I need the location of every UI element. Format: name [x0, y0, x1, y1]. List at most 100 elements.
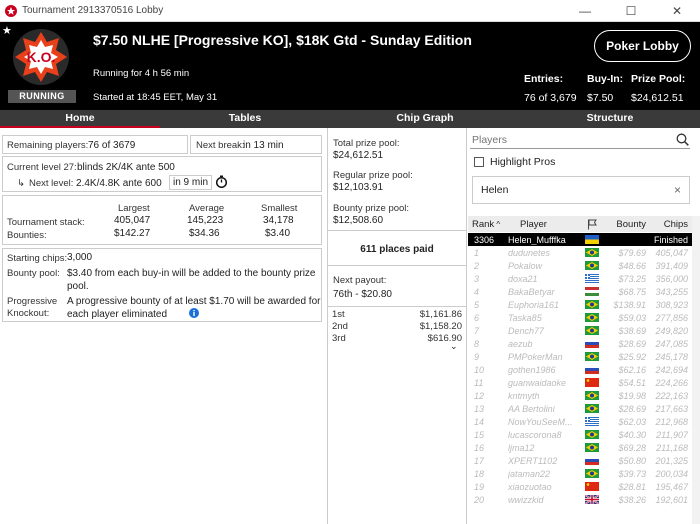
player-rank: 3306: [474, 234, 495, 245]
stack-largest: 405,047: [114, 215, 151, 226]
player-bounty: $62.16: [618, 364, 646, 375]
tab-home[interactable]: Home: [0, 110, 160, 128]
table-row[interactable]: 15 lucascorona8 $40.30 211,907: [468, 428, 692, 441]
player-chips: 247,085: [655, 338, 688, 349]
player-name: aezub: [508, 338, 533, 349]
bounty-rules-box: Starting chips: 3,000 Bounty pool: $3.40…: [2, 248, 322, 322]
chevron-down-icon[interactable]: ⌄: [450, 341, 458, 352]
table-row[interactable]: 13 AA Bertolini $28.69 217,663: [468, 402, 692, 415]
table-row[interactable]: 3306 Helen_Mufffka Finished: [468, 233, 692, 246]
next-level-value: 2.4K/4.8K ante 600: [76, 178, 162, 189]
running-duration: Running for 4 h 56 min: [93, 68, 190, 79]
next-level-time: in 9 min: [169, 175, 213, 190]
maximize-button[interactable]: ☐: [608, 0, 654, 22]
prizepool-label: Prize Pool:: [631, 73, 686, 85]
player-bounty: $138.91: [613, 299, 646, 310]
player-filter-field[interactable]: Helen ×: [472, 176, 690, 204]
player-bounty: $59.03: [618, 312, 646, 323]
players-search-input[interactable]: [470, 131, 690, 149]
bounty-pool-label: Bounty pool:: [7, 268, 60, 279]
table-row[interactable]: 8 aezub $28.69 247,085: [468, 337, 692, 350]
player-bounty: $38.26: [618, 494, 646, 505]
payout-row: 2nd $1,158.20: [328, 321, 466, 333]
payout-row: 1st $1,161.86: [328, 309, 466, 321]
player-rank: 19: [474, 481, 485, 492]
table-row[interactable]: 17 XPERT1102 $50.80 201,325: [468, 454, 692, 467]
bounty-largest: $142.27: [114, 228, 151, 239]
player-chips: 212,968: [655, 416, 688, 427]
column-bounty[interactable]: Bounty: [608, 219, 646, 230]
table-row[interactable]: 18 jataman22 $39.73 200,034: [468, 467, 692, 480]
search-icon[interactable]: [676, 133, 689, 146]
column-player[interactable]: Player: [508, 219, 576, 230]
table-row[interactable]: 14 NowYouSeeM... $62.03 212,968: [468, 415, 692, 428]
player-rank: 3: [474, 273, 480, 284]
table-row[interactable]: 12 kntmyth $19.98 222,163: [468, 389, 692, 402]
next-break-value: in 13 min: [243, 140, 284, 151]
table-row[interactable]: 2 Pokalow $48.66 391,409: [468, 259, 692, 272]
levels-box: Current level 27: blinds 2K/4K ante 500 …: [2, 156, 322, 192]
star-icon[interactable]: ★: [2, 24, 12, 37]
table-row[interactable]: 6 Taska85 $59.03 277,856: [468, 311, 692, 324]
stack-average: 145,223: [187, 215, 224, 226]
table-row[interactable]: 11 guanwaidaoke $54.51 224,266: [468, 376, 692, 389]
table-row[interactable]: 3 doxa21 $73.25 356,000: [468, 272, 692, 285]
table-row[interactable]: 4 BakaBetyar $68.75 343,255: [468, 285, 692, 298]
table-row[interactable]: 7 Dench77 $38.69 249,820: [468, 324, 692, 337]
player-rank: 16: [474, 442, 485, 453]
player-rank: 14: [474, 416, 485, 427]
table-row[interactable]: 20 wwizzkid $38.26 192,601: [468, 493, 692, 506]
clear-filter-icon[interactable]: ×: [674, 183, 681, 197]
player-chips: 249,820: [655, 325, 688, 336]
next-level-label: Next level:: [29, 178, 74, 189]
window-title: Tournament 2913370516 Lobby: [22, 5, 164, 16]
player-rank: 17: [474, 455, 485, 466]
players-scrollbar[interactable]: [692, 216, 700, 524]
payout-amount: $1,161.86: [419, 309, 462, 320]
payout-amount: $1,158.20: [419, 321, 462, 332]
remaining-label: Remaining players:: [7, 140, 89, 151]
highlight-pros-label: Highlight Pros: [490, 156, 556, 168]
stat-header-smallest: Smallest: [261, 203, 298, 214]
player-chips: 277,856: [655, 312, 688, 323]
player-name: xiaozuotao: [508, 481, 552, 492]
table-row[interactable]: 16 ljma12 $69.28 211,168: [468, 441, 692, 454]
minimize-button[interactable]: —: [562, 0, 608, 22]
player-chips: 391,409: [655, 260, 688, 271]
tab-structure[interactable]: Structure: [520, 110, 700, 128]
player-name: Taska85: [508, 312, 542, 323]
tab-chip-graph[interactable]: Chip Graph: [330, 110, 520, 128]
table-row[interactable]: 1 dudunetes $79.69 405,047: [468, 246, 692, 259]
bounty-smallest: $3.40: [265, 228, 291, 239]
tab-tables[interactable]: Tables: [160, 110, 330, 128]
current-level-value: blinds 2K/4K ante 500: [77, 162, 175, 173]
close-button[interactable]: ✕: [654, 0, 700, 22]
player-bounty: $50.80: [618, 455, 646, 466]
table-row[interactable]: 9 PMPokerMan $25.92 245,178: [468, 350, 692, 363]
player-name: BakaBetyar: [508, 286, 555, 297]
player-name: lucascorona8: [508, 429, 562, 440]
player-chips: 242,694: [655, 364, 688, 375]
table-row[interactable]: 19 xiaozuotao $28.81 195,467: [468, 480, 692, 493]
info-icon[interactable]: [189, 308, 199, 318]
players-panel: Highlight Pros Helen × Rank ^ Player Bou…: [468, 128, 700, 524]
player-rank: 2: [474, 260, 480, 271]
country-flag-icon: [576, 404, 608, 413]
player-bounty: $62.03: [618, 416, 646, 427]
flag-column-icon[interactable]: [576, 219, 608, 230]
highlight-pros-checkbox[interactable]: [474, 157, 484, 167]
player-name: Euphoria161: [508, 299, 560, 310]
player-bounty: $38.69: [618, 325, 646, 336]
player-name: Helen_Mufffka: [508, 234, 566, 245]
player-chips: 224,266: [655, 377, 688, 388]
column-rank[interactable]: Rank ^: [468, 219, 508, 230]
payout-place: 1st: [332, 309, 345, 320]
column-chips[interactable]: Chips: [646, 219, 692, 230]
table-row[interactable]: 5 Euphoria161 $138.91 308,923: [468, 298, 692, 311]
table-row[interactable]: 10 gothen1986 $62.16 242,694: [468, 363, 692, 376]
poker-lobby-button[interactable]: Poker Lobby: [594, 30, 691, 62]
stat-header-largest: Largest: [118, 203, 150, 214]
player-name: PMPokerMan: [508, 351, 563, 362]
player-rank: 4: [474, 286, 480, 297]
current-level-label: Current level 27:: [7, 162, 77, 173]
